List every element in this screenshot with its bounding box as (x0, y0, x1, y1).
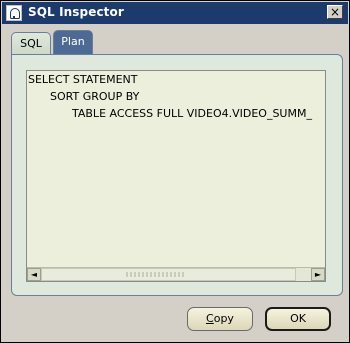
window-title: SQL Inspector (28, 5, 124, 19)
plan-line-1: SELECT STATEMENT (28, 73, 138, 86)
horizontal-scrollbar[interactable]: ◄ ► (27, 267, 325, 281)
plan-line-2: SORT GROUP BY (50, 90, 140, 103)
copy-label: opy (213, 312, 234, 325)
copy-button[interactable]: Copy (187, 307, 253, 331)
plan-line-3: TABLE ACCESS FULL VIDEO4.VIDEO_SUMM_ (72, 107, 312, 120)
app-icon (6, 5, 22, 21)
close-icon: × (329, 5, 341, 19)
arrow-left-icon: ◄ (30, 270, 38, 279)
close-button[interactable]: × (327, 5, 343, 19)
tab-sql[interactable]: SQL (11, 32, 51, 54)
plan-panel: SELECT STATEMENT SORT GROUP BY TABLE ACC… (11, 54, 343, 296)
tab-plan[interactable]: Plan (53, 30, 93, 54)
plan-text-area[interactable]: SELECT STATEMENT SORT GROUP BY TABLE ACC… (26, 70, 326, 282)
title-bar[interactable]: SQL Inspector × (2, 2, 348, 24)
grip-icon (126, 272, 186, 277)
sql-inspector-dialog: SQL Inspector × SQL Plan SELECT STATEMEN… (0, 0, 350, 343)
scroll-thumb[interactable] (41, 268, 296, 281)
scroll-right-button[interactable]: ► (311, 268, 325, 281)
arrow-right-icon: ► (314, 270, 322, 279)
ok-button[interactable]: OK (265, 307, 331, 331)
copy-mnemonic: C (206, 312, 214, 325)
scroll-left-button[interactable]: ◄ (27, 268, 41, 281)
